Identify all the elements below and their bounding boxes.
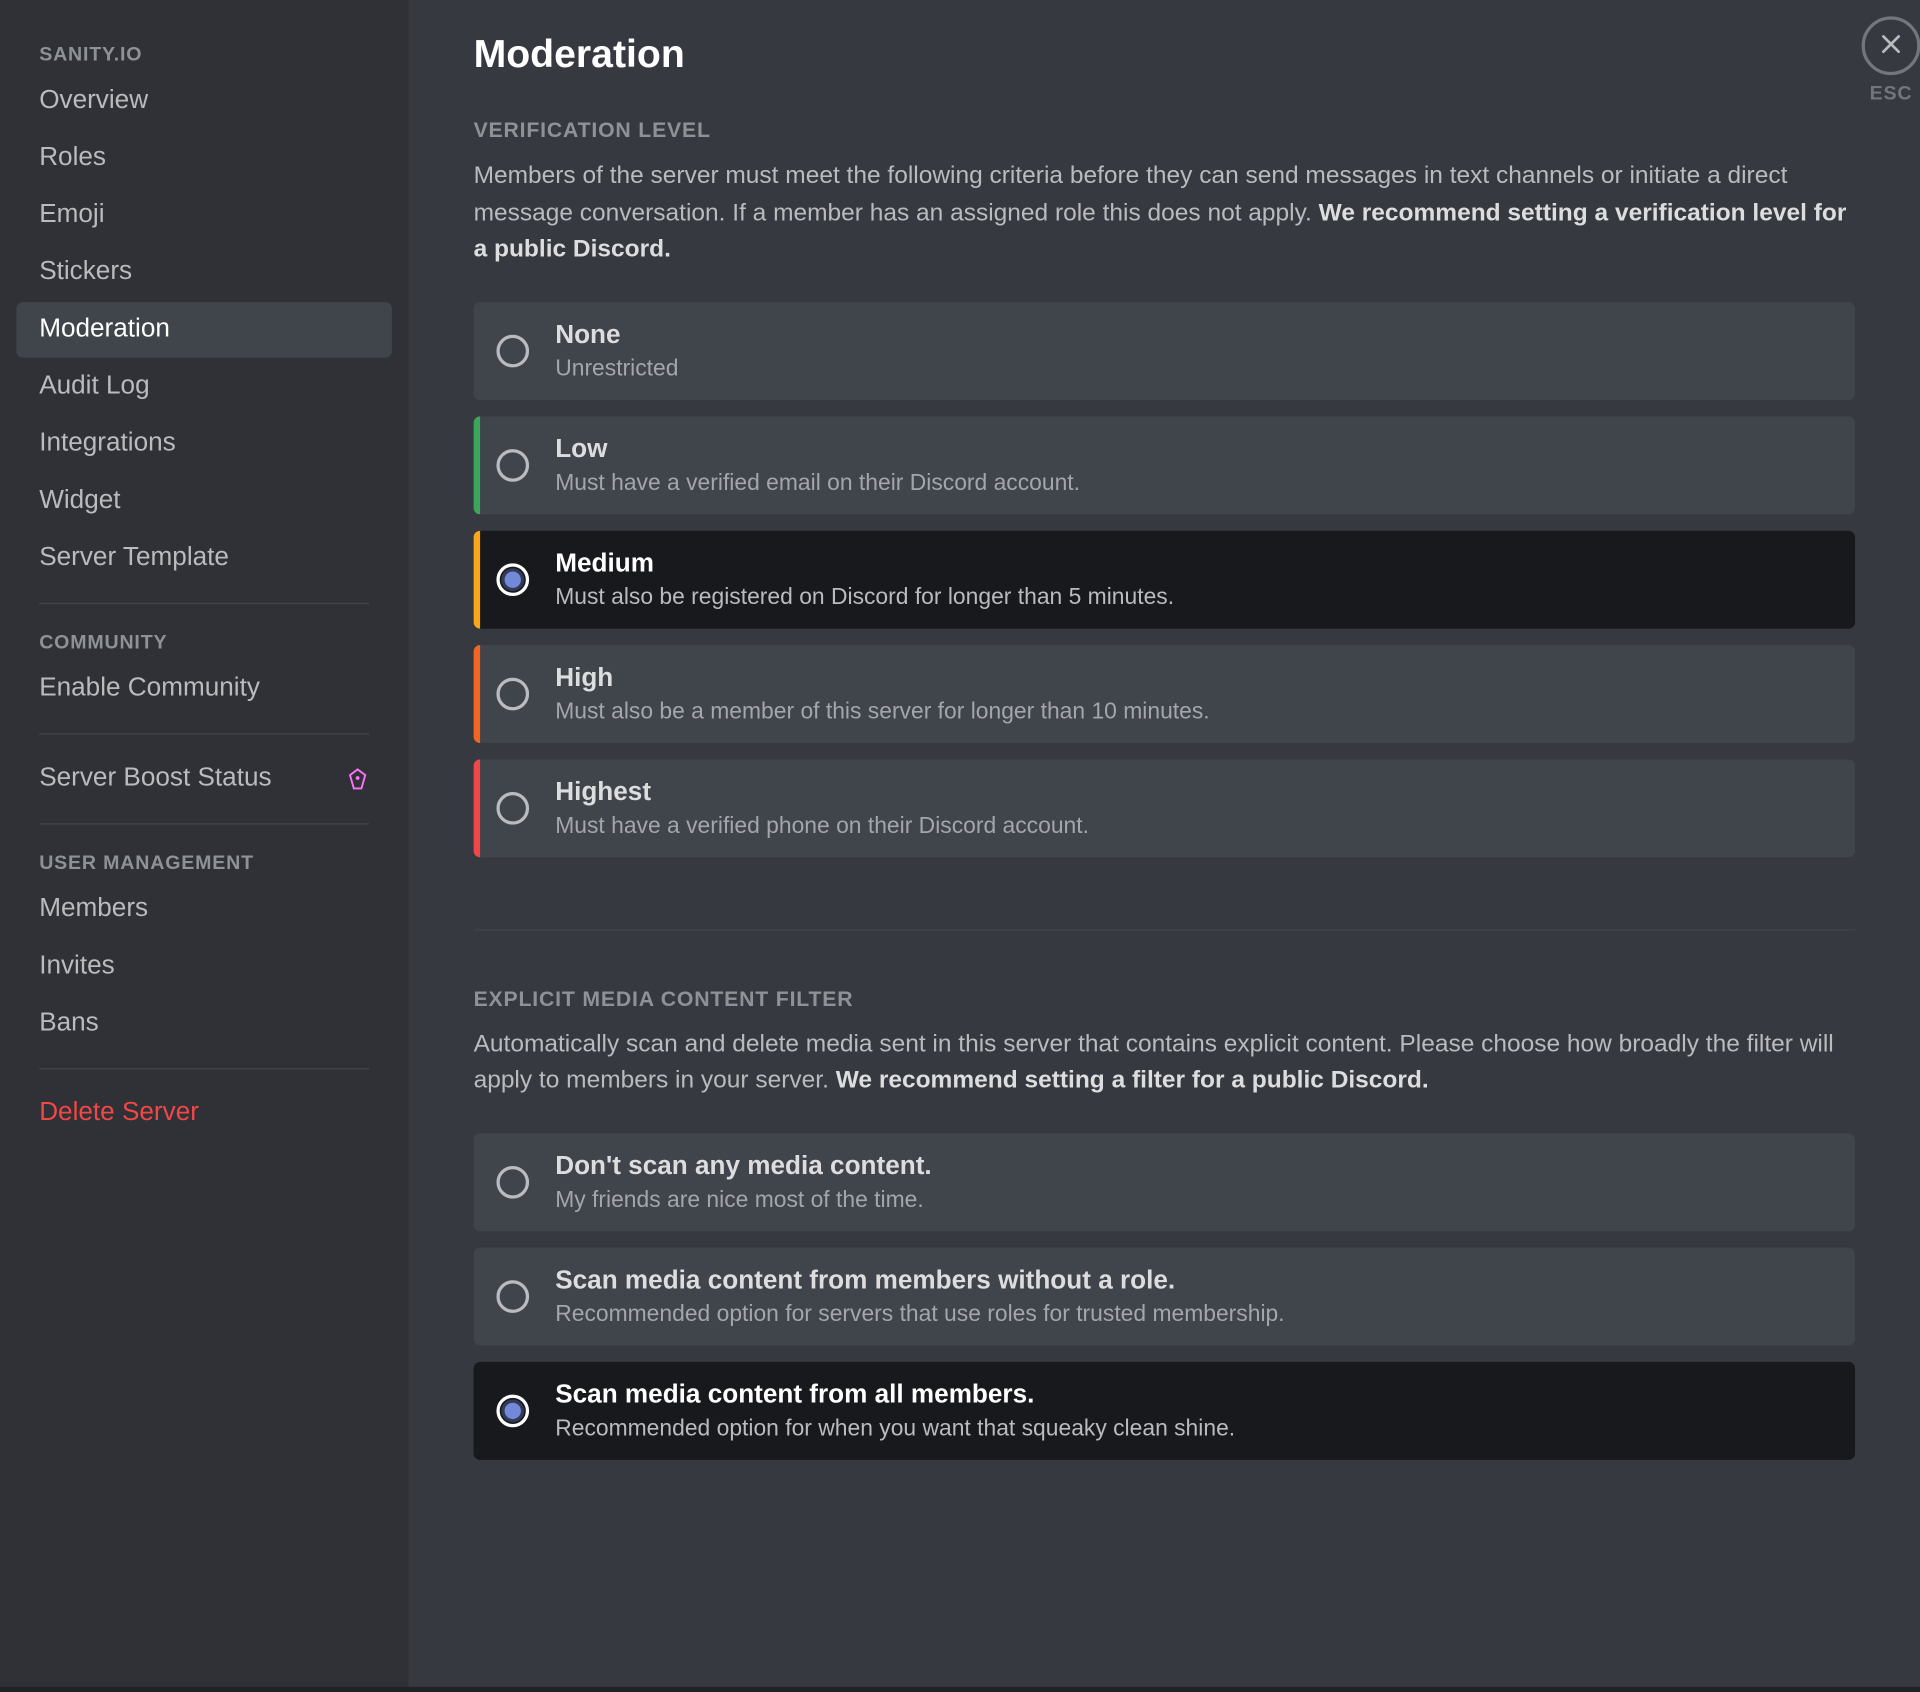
- page-title: Moderation: [474, 33, 1856, 79]
- verification-option-highest[interactable]: Highest Must have a verified phone on th…: [474, 759, 1856, 857]
- option-title: None: [555, 321, 678, 350]
- close-control: ESC: [1862, 16, 1920, 104]
- sidebar-item-server-boost[interactable]: Server Boost Status: [16, 751, 392, 807]
- sidebar-item-members[interactable]: Members: [16, 882, 392, 938]
- close-esc-label: ESC: [1870, 82, 1913, 105]
- severity-stripe: [474, 416, 481, 514]
- sidebar-header-server: SANITY.IO: [16, 33, 392, 72]
- sidebar-item-widget[interactable]: Widget: [16, 474, 392, 530]
- sidebar-item-label: Enable Community: [39, 674, 260, 703]
- sidebar-item-label: Overview: [39, 87, 148, 116]
- filter-option-without-role[interactable]: Scan media content from members without …: [474, 1247, 1856, 1345]
- filter-options: Don't scan any media content. My friends…: [474, 1132, 1856, 1459]
- sidebar-item-enable-community[interactable]: Enable Community: [16, 661, 392, 717]
- close-button[interactable]: [1862, 16, 1920, 75]
- verification-option-none[interactable]: None Unrestricted: [474, 301, 1856, 399]
- sidebar-item-label: Delete Server: [39, 1099, 199, 1128]
- divider: [39, 823, 369, 825]
- radio-icon: [496, 1394, 529, 1427]
- sidebar-item-label: Widget: [39, 487, 120, 516]
- severity-stripe: [474, 759, 481, 857]
- sidebar-item-server-template[interactable]: Server Template: [16, 531, 392, 587]
- verification-options: None Unrestricted Low Must have a verifi…: [474, 301, 1856, 856]
- sidebar-item-label: Integrations: [39, 429, 176, 458]
- sidebar-item-label: Members: [39, 895, 148, 924]
- sidebar-item-label: Stickers: [39, 258, 132, 287]
- sidebar-item-label: Emoji: [39, 201, 104, 230]
- severity-stripe: [474, 644, 481, 742]
- settings-sidebar: SANITY.IO Overview Roles Emoji Stickers …: [0, 0, 408, 1687]
- option-title: Don't scan any media content.: [555, 1152, 931, 1181]
- radio-icon: [496, 563, 529, 596]
- sidebar-item-emoji[interactable]: Emoji: [16, 188, 392, 244]
- option-desc: Must have a verified email on their Disc…: [555, 468, 1080, 494]
- divider: [39, 603, 369, 605]
- option-desc: Must also be a member of this server for…: [555, 696, 1209, 722]
- radio-icon: [496, 1279, 529, 1312]
- verification-option-high[interactable]: High Must also be a member of this serve…: [474, 644, 1856, 742]
- option-desc: Recommended option for servers that use …: [555, 1299, 1284, 1325]
- sidebar-item-audit-log[interactable]: Audit Log: [16, 359, 392, 415]
- sidebar-item-label: Audit Log: [39, 372, 149, 401]
- filter-option-none[interactable]: Don't scan any media content. My friends…: [474, 1132, 1856, 1230]
- radio-icon: [496, 677, 529, 710]
- option-desc: Unrestricted: [555, 354, 678, 380]
- sidebar-item-invites[interactable]: Invites: [16, 939, 392, 995]
- radio-icon: [496, 448, 529, 481]
- option-title: Medium: [555, 550, 1174, 579]
- option-title: Scan media content from all members.: [555, 1381, 1235, 1410]
- divider: [39, 733, 369, 735]
- radio-icon: [496, 791, 529, 824]
- option-desc: Must have a verified phone on their Disc…: [555, 811, 1089, 837]
- option-title: Highest: [555, 778, 1089, 807]
- explicit-filter-heading: EXPLICIT MEDIA CONTENT FILTER: [474, 986, 1856, 1010]
- verification-level-heading: VERIFICATION LEVEL: [474, 118, 1856, 142]
- verification-level-description: Members of the server must meet the foll…: [474, 158, 1856, 268]
- explicit-filter-description: Automatically scan and delete media sent…: [474, 1026, 1856, 1099]
- option-desc: Recommended option for when you want tha…: [555, 1413, 1235, 1439]
- sidebar-item-stickers[interactable]: Stickers: [16, 245, 392, 301]
- sidebar-item-label: Roles: [39, 144, 106, 173]
- sidebar-header-community: COMMUNITY: [16, 621, 392, 660]
- sidebar-item-roles[interactable]: Roles: [16, 131, 392, 187]
- option-title: Scan media content from members without …: [555, 1266, 1284, 1295]
- sidebar-item-overview[interactable]: Overview: [16, 73, 392, 129]
- boost-gem-icon: [346, 768, 369, 791]
- main-content: ESC Moderation VERIFICATION LEVEL Member…: [408, 0, 1920, 1687]
- sidebar-item-delete-server[interactable]: Delete Server: [16, 1086, 392, 1142]
- sidebar-item-label: Moderation: [39, 315, 170, 344]
- option-desc: My friends are nice most of the time.: [555, 1185, 931, 1211]
- sidebar-item-bans[interactable]: Bans: [16, 996, 392, 1052]
- filter-option-all-members[interactable]: Scan media content from all members. Rec…: [474, 1361, 1856, 1459]
- sidebar-item-label: Bans: [39, 1009, 99, 1038]
- verification-option-medium[interactable]: Medium Must also be registered on Discor…: [474, 530, 1856, 628]
- sidebar-item-moderation[interactable]: Moderation: [16, 302, 392, 358]
- close-icon: [1878, 30, 1904, 61]
- severity-stripe: [474, 530, 481, 628]
- divider: [39, 1068, 369, 1070]
- sidebar-header-user-management: USER MANAGEMENT: [16, 841, 392, 880]
- radio-icon: [496, 1165, 529, 1198]
- sidebar-item-integrations[interactable]: Integrations: [16, 416, 392, 472]
- sidebar-item-label: Invites: [39, 952, 115, 981]
- option-desc: Must also be registered on Discord for l…: [555, 582, 1174, 608]
- option-title: Low: [555, 435, 1080, 464]
- section-divider: [474, 928, 1856, 930]
- option-title: High: [555, 664, 1209, 693]
- sidebar-item-label: Server Template: [39, 544, 229, 573]
- radio-icon: [496, 334, 529, 367]
- verification-option-low[interactable]: Low Must have a verified email on their …: [474, 416, 1856, 514]
- sidebar-item-label: Server Boost Status: [39, 764, 271, 793]
